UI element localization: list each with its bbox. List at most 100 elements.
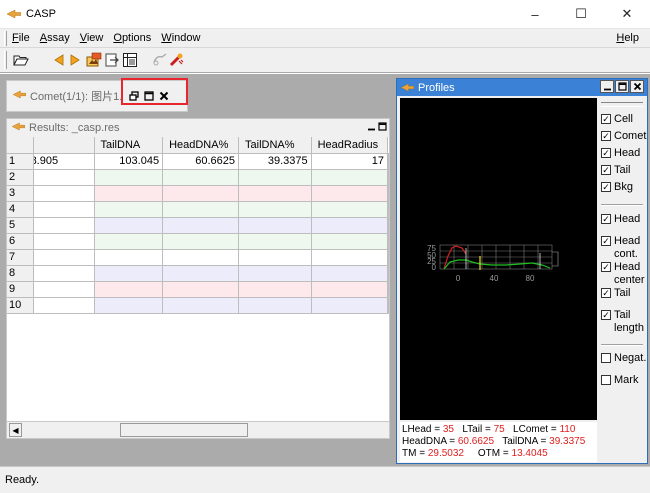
table-cell[interactable] <box>387 297 389 314</box>
next-arrow-icon[interactable] <box>67 52 83 68</box>
checkmark-icon[interactable]: ✓ <box>601 131 611 141</box>
row-header[interactable]: 6 <box>7 233 34 250</box>
checkmark-icon[interactable]: ✓ <box>601 114 611 124</box>
table-cell[interactable]: 103.045 <box>94 153 164 170</box>
table-cell[interactable] <box>94 281 164 298</box>
auto-detect-icon[interactable] <box>168 52 184 68</box>
table-cell[interactable] <box>33 249 95 266</box>
maximize-button[interactable]: ☐ <box>558 0 604 28</box>
results-minimize-icon[interactable] <box>366 121 376 132</box>
table-cell[interactable] <box>238 217 312 234</box>
table-row[interactable]: 4 <box>7 201 389 218</box>
table-cell[interactable] <box>162 185 240 202</box>
horizontal-scrollbar[interactable]: ◀ <box>7 421 389 438</box>
row-header[interactable]: 7 <box>7 249 34 266</box>
previous-arrow-icon[interactable] <box>51 52 67 68</box>
scroll-thumb[interactable] <box>120 423 248 437</box>
checkbox-head-center[interactable]: ✓ Head center <box>601 261 648 287</box>
column-header[interactable]: HeadDNA% <box>162 137 240 154</box>
minimize-button[interactable]: – <box>512 0 558 28</box>
checkbox-empty-icon[interactable] <box>601 375 611 385</box>
table-cell[interactable] <box>33 297 95 314</box>
table-cell[interactable]: 39.3375 <box>238 153 312 170</box>
column-header[interactable]: TailDNA% <box>238 137 312 154</box>
table-cell[interactable] <box>387 201 389 218</box>
table-cell[interactable]: 60.6625 <box>162 153 240 170</box>
checkbox-negat[interactable]: Negat. <box>601 352 648 365</box>
checkmark-icon[interactable]: ✓ <box>601 165 611 175</box>
row-header[interactable]: 1 <box>7 153 34 170</box>
table-cell[interactable] <box>33 281 95 298</box>
table-cell[interactable] <box>162 217 240 234</box>
table-cell[interactable] <box>33 201 95 218</box>
table-cell[interactable] <box>387 233 389 250</box>
table-cell[interactable] <box>238 265 312 282</box>
row-header[interactable]: 4 <box>7 201 34 218</box>
export-icon[interactable] <box>104 52 120 68</box>
table-cell[interactable] <box>33 233 95 250</box>
table-row[interactable]: 3 <box>7 185 389 202</box>
table-row[interactable]: 5 <box>7 217 389 234</box>
checkbox-tail[interactable]: ✓ Tail <box>601 164 648 177</box>
checkbox-mark[interactable]: Mark <box>601 374 648 387</box>
table-cell[interactable] <box>238 233 312 250</box>
table-cell[interactable] <box>33 217 95 234</box>
results-grid[interactable]: TailDNA HeadDNA% TailDNA% HeadRadius 1 8.… <box>7 137 389 421</box>
table-cell[interactable] <box>238 297 312 314</box>
table-cell[interactable] <box>311 265 389 282</box>
results-title-bar[interactable]: Results: _casp.res <box>7 119 389 136</box>
table-row[interactable]: 1 8.905 103.045 60.6625 39.3375 17 <box>7 153 389 170</box>
table-row[interactable]: 9 <box>7 281 389 298</box>
table-cell[interactable] <box>33 265 95 282</box>
table-cell[interactable] <box>162 265 240 282</box>
profiles-minimize-icon[interactable] <box>600 80 614 93</box>
table-cell[interactable] <box>162 281 240 298</box>
table-cell[interactable] <box>387 153 389 170</box>
menu-options[interactable]: Options <box>108 32 156 44</box>
table-cell[interactable] <box>238 201 312 218</box>
table-cell[interactable] <box>94 233 164 250</box>
table-cell[interactable]: 8.905 <box>33 153 95 170</box>
table-cell[interactable] <box>162 297 240 314</box>
checkbox-head-cont[interactable]: ✓ Head cont. <box>601 235 648 261</box>
table-cell[interactable] <box>33 169 95 186</box>
table-cell[interactable] <box>238 249 312 266</box>
scroll-left-icon[interactable]: ◀ <box>9 423 22 437</box>
table-row[interactable]: 6 <box>7 233 389 250</box>
table-cell[interactable] <box>311 281 389 298</box>
table-row[interactable]: 7 <box>7 249 389 266</box>
table-cell[interactable] <box>387 169 389 186</box>
results-maximize-icon[interactable] <box>377 121 387 132</box>
checkbox-bkg[interactable]: ✓ Bkg <box>601 181 648 194</box>
checkbox-cell[interactable]: ✓ Cell <box>601 113 648 126</box>
results-window[interactable]: Results: _casp.res TailDNA HeadDNA% Tail… <box>6 118 390 439</box>
table-cell[interactable] <box>311 297 389 314</box>
table-cell[interactable] <box>94 201 164 218</box>
table-cell[interactable] <box>387 217 389 234</box>
row-header[interactable]: 9 <box>7 281 34 298</box>
table-cell[interactable] <box>94 169 164 186</box>
table-cell[interactable] <box>94 265 164 282</box>
menu-view[interactable]: View <box>75 32 109 44</box>
table-cell[interactable] <box>311 233 389 250</box>
row-header[interactable]: 3 <box>7 185 34 202</box>
table-cell[interactable] <box>94 185 164 202</box>
table-cell[interactable] <box>94 249 164 266</box>
table-cell[interactable] <box>162 169 240 186</box>
table-cell[interactable] <box>238 169 312 186</box>
grid-view-icon[interactable] <box>122 52 138 68</box>
table-cell[interactable]: 17 <box>311 153 389 170</box>
table-cell[interactable] <box>238 281 312 298</box>
table-row[interactable]: 8 <box>7 265 389 282</box>
checkmark-icon[interactable]: ✓ <box>601 288 611 298</box>
checkbox-head[interactable]: ✓ Head <box>601 213 648 226</box>
table-cell[interactable] <box>311 249 389 266</box>
table-cell[interactable] <box>162 233 240 250</box>
table-cell[interactable] <box>33 185 95 202</box>
checkbox-comet[interactable]: ✓ Comet <box>601 130 648 143</box>
table-row[interactable]: 2 <box>7 169 389 186</box>
table-cell[interactable] <box>387 185 389 202</box>
toolbar-grip[interactable] <box>4 51 7 69</box>
column-header[interactable]: TailDNA <box>94 137 164 154</box>
checkbox-head[interactable]: ✓ Head <box>601 147 648 160</box>
